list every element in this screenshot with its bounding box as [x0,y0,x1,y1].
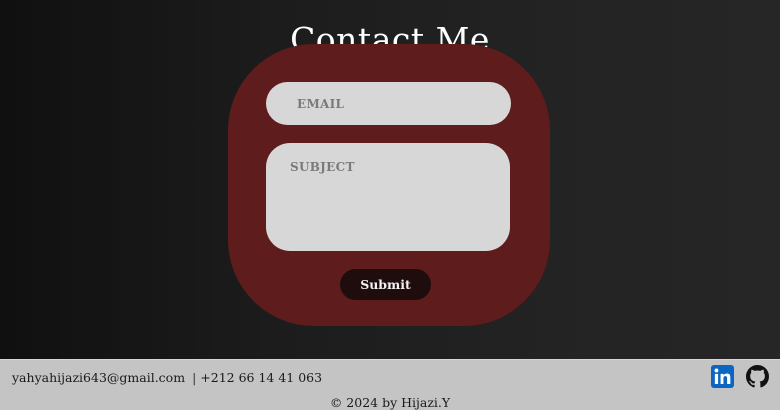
footer-email: yahyahijazi643@gmail.com [12,370,186,385]
linkedin-link[interactable] [711,365,734,388]
footer-separator: | [192,370,197,385]
footer-contact-info: yahyahijazi643@gmail.com | +212 66 14 41 0… [12,370,322,385]
github-icon [746,365,769,388]
submit-button[interactable]: Submit [340,269,431,300]
footer: yahyahijazi643@gmail.com | +212 66 14 41 0… [0,359,780,410]
email-field[interactable] [266,82,511,125]
github-link[interactable] [746,365,769,388]
subject-field[interactable] [266,143,510,251]
copyright-text: © 2024 by Hijazi.Y [329,395,451,410]
linkedin-icon [711,365,734,388]
contact-section: Contact Me Submit [0,0,780,359]
footer-phone: +212 66 14 41 063 [200,370,323,385]
